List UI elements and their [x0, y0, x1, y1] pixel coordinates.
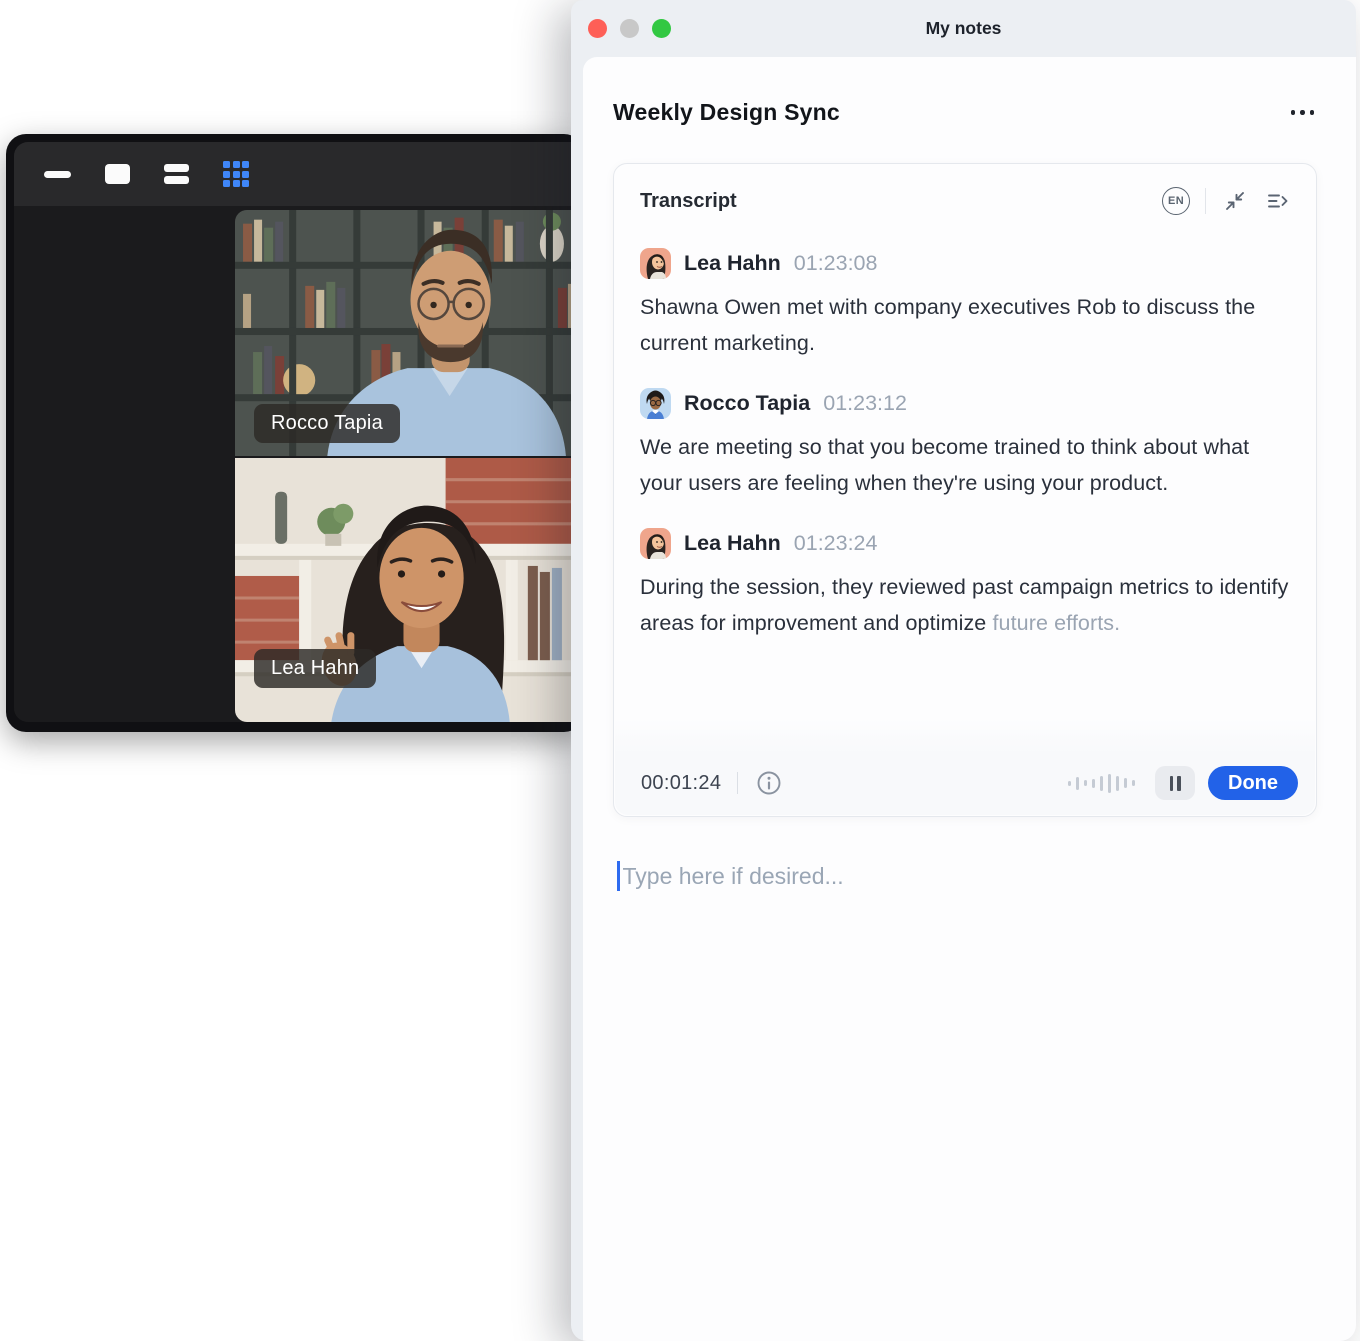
gallery-grid-icon: [223, 161, 249, 187]
header-divider: [1205, 188, 1206, 214]
transcript-entry: Lea Hahn 01:23:08 Shawna Owen met with c…: [640, 247, 1290, 361]
video-tile-lea[interactable]: Lea Hahn: [235, 458, 584, 722]
speaker-name: Lea Hahn: [684, 251, 781, 276]
video-tiles: Rocco Tapia: [235, 210, 584, 722]
close-button[interactable]: [588, 19, 607, 38]
collapse-icon[interactable]: [1221, 187, 1249, 215]
transcript-entry: Rocco Tapia 01:23:12 We are meeting so t…: [640, 387, 1290, 501]
avatar-lea: [640, 528, 671, 559]
transcript-card-header: Transcript EN: [614, 164, 1316, 215]
done-button[interactable]: Done: [1208, 766, 1298, 800]
traffic-lights: [588, 0, 671, 57]
video-tile-rocco[interactable]: Rocco Tapia: [235, 210, 584, 456]
text-cursor: [617, 861, 620, 891]
split-view-icon: [164, 164, 189, 184]
notes-titlebar: My notes: [571, 0, 1356, 57]
entry-meta: Rocco Tapia 01:23:12: [640, 387, 1290, 419]
transcript-header-icons: EN: [1162, 187, 1292, 215]
my-notes-window: My notes Weekly Design Sync Transcript E…: [571, 0, 1356, 1341]
notes-content: Weekly Design Sync Transcript EN: [583, 57, 1356, 1341]
transcript-entry: Lea Hahn 01:23:24 During the session, th…: [640, 527, 1290, 641]
transcript-title: Transcript: [640, 190, 737, 213]
entry-text: Shawna Owen met with company executives …: [640, 289, 1290, 361]
video-view-toolbar: [14, 142, 584, 206]
entry-timestamp: 01:23:24: [794, 531, 878, 556]
transcript-entries: Lea Hahn 01:23:08 Shawna Owen met with c…: [614, 215, 1316, 641]
window-title: My notes: [926, 18, 1002, 39]
video-call-window: Rocco Tapia: [6, 134, 584, 732]
participant-name-tag: Rocco Tapia: [254, 404, 400, 443]
screen: Rocco Tapia: [0, 0, 1360, 1341]
heading-row: Weekly Design Sync: [583, 57, 1356, 126]
zoom-button[interactable]: [652, 19, 671, 38]
transcript-card: Transcript EN: [613, 163, 1317, 817]
view-minimal-button[interactable]: [44, 171, 71, 178]
entry-timestamp: 01:23:08: [794, 251, 878, 276]
view-split-button[interactable]: [164, 164, 189, 184]
footer-divider: [737, 772, 738, 794]
speaker-name: Lea Hahn: [684, 531, 781, 556]
language-en-badge[interactable]: EN: [1162, 187, 1190, 215]
entry-text: During the session, they reviewed past c…: [640, 569, 1290, 641]
note-input[interactable]: Type here if desired...: [617, 861, 1356, 891]
video-call-inner: Rocco Tapia: [14, 142, 584, 722]
avatar-rocco: [640, 388, 671, 419]
transcript-footer: 00:01:24 Done: [615, 751, 1315, 815]
avatar-lea: [640, 248, 671, 279]
more-options-icon[interactable]: [1289, 104, 1317, 121]
view-speaker-button[interactable]: [105, 164, 130, 184]
speaker-name: Rocco Tapia: [684, 391, 810, 416]
transcript-fade: [615, 718, 1315, 752]
entry-timestamp: 01:23:12: [823, 391, 907, 416]
note-input-placeholder: Type here if desired...: [623, 863, 844, 890]
side-panel-icon[interactable]: [1264, 187, 1292, 215]
pause-icon: [1170, 776, 1174, 791]
speaker-view-icon: [105, 164, 130, 184]
info-icon[interactable]: [754, 768, 784, 798]
entry-meta: Lea Hahn 01:23:08: [640, 247, 1290, 279]
view-gallery-button[interactable]: [223, 161, 249, 187]
entry-meta: Lea Hahn 01:23:24: [640, 527, 1290, 559]
pause-icon: [1177, 776, 1181, 791]
video-call-body: Rocco Tapia: [14, 206, 584, 722]
audio-waveform: [1068, 771, 1136, 795]
participant-name-tag: Lea Hahn: [254, 649, 376, 688]
minimal-bar-icon: [44, 171, 71, 178]
pause-button[interactable]: [1155, 766, 1195, 800]
minimize-button[interactable]: [620, 19, 639, 38]
elapsed-time: 00:01:24: [641, 772, 721, 795]
entry-text: We are meeting so that you become traine…: [640, 429, 1290, 501]
page-title: Weekly Design Sync: [613, 99, 840, 126]
